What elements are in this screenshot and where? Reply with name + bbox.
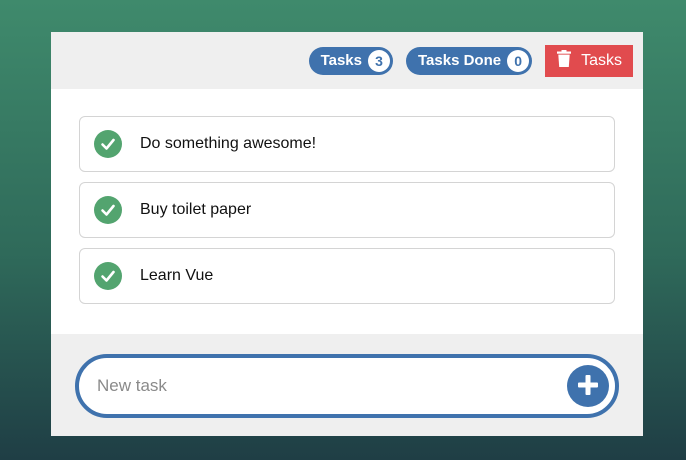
list-item[interactable]: Learn Vue <box>79 248 615 304</box>
add-task-button[interactable] <box>567 365 609 407</box>
plus-circle-icon <box>577 374 599 399</box>
new-task-field <box>75 354 619 418</box>
task-list: Do something awesome! Buy toilet paper L… <box>79 116 615 314</box>
task-text: Learn Vue <box>140 267 214 284</box>
list-item[interactable]: Buy toilet paper <box>79 182 615 238</box>
delete-tasks-label: Tasks <box>581 51 622 69</box>
task-text: Buy toilet paper <box>140 201 252 218</box>
delete-tasks-button[interactable]: Tasks <box>545 44 633 77</box>
task-text: Do something awesome! <box>140 135 317 152</box>
check-circle-icon[interactable] <box>94 262 122 290</box>
tasks-count-value: 3 <box>368 49 390 72</box>
check-circle-icon[interactable] <box>94 130 122 158</box>
tasks-done-value: 0 <box>507 49 530 72</box>
trash-icon <box>557 49 572 72</box>
todo-card: Tasks 3 Tasks Done 0 Tasks Do something … <box>51 32 643 436</box>
tasks-done-badge: Tasks Done 0 <box>406 46 533 75</box>
tasks-count-label: Tasks <box>320 52 362 69</box>
tasks-done-label: Tasks Done <box>418 52 502 69</box>
list-item[interactable]: Do something awesome! <box>79 116 615 172</box>
new-task-input[interactable] <box>97 376 567 396</box>
header-bar: Tasks 3 Tasks Done 0 Tasks <box>51 32 643 89</box>
new-task-bar <box>51 334 643 436</box>
check-circle-icon[interactable] <box>94 196 122 224</box>
tasks-count-badge: Tasks 3 <box>308 46 393 75</box>
